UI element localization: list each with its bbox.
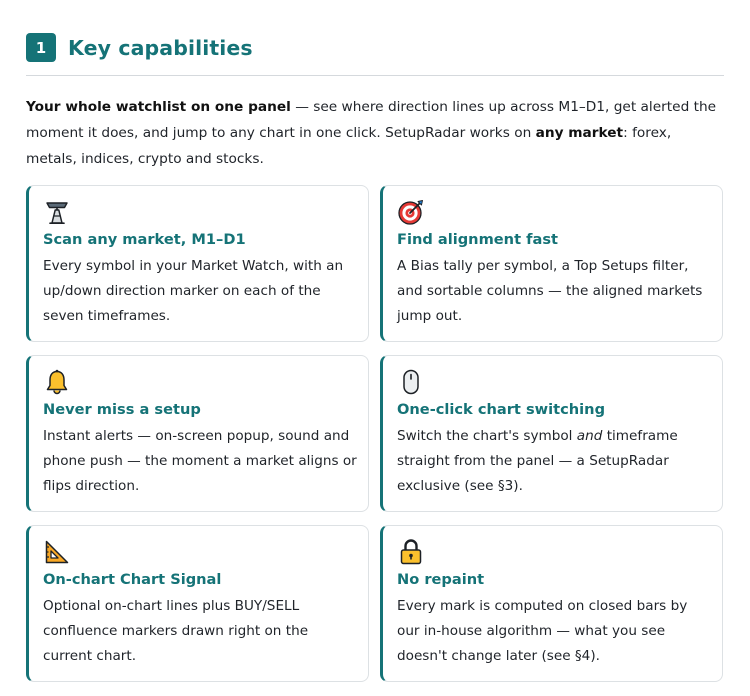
capability-card-chart-signal: On-chart Chart Signal Optional on-chart … bbox=[26, 525, 369, 682]
card-title: Never miss a setup bbox=[43, 401, 201, 418]
card-title: No repaint bbox=[397, 571, 485, 588]
card-description-emphasis: and bbox=[576, 428, 603, 444]
card-description: Every symbol in your Market Watch, with … bbox=[43, 258, 344, 324]
card-description: Every mark is computed on closed bars by… bbox=[397, 598, 688, 664]
mouse-icon bbox=[397, 368, 425, 396]
triangular-ruler-icon bbox=[43, 538, 71, 566]
capability-card-alignment: Find alignment fast A Bias tally per sym… bbox=[380, 185, 723, 342]
card-description-part-1: Switch the chart's symbol bbox=[397, 428, 577, 444]
section-number-badge: 1 bbox=[26, 33, 56, 62]
lock-icon bbox=[397, 538, 425, 566]
card-description: Switch the chart's symbol and timeframe … bbox=[397, 424, 712, 499]
intro-bold-mid: any market bbox=[535, 125, 624, 141]
section-title: Key capabilities bbox=[68, 35, 253, 60]
capability-card-scan: Scan any market, M1–D1 Every symbol in y… bbox=[26, 185, 369, 342]
capability-card-no-repaint: No repaint Every mark is computed on clo… bbox=[380, 525, 723, 682]
card-description: Optional on-chart lines plus BUY/SELL co… bbox=[43, 598, 309, 664]
satellite-antenna-icon bbox=[43, 198, 71, 226]
card-title: Find alignment fast bbox=[397, 231, 558, 248]
card-title: On-chart Chart Signal bbox=[43, 571, 222, 588]
card-description: Instant alerts — on-screen popup, sound … bbox=[43, 428, 357, 494]
card-title: Scan any market, M1–D1 bbox=[43, 231, 246, 248]
capability-card-alerts: Never miss a setup Instant alerts — on-s… bbox=[26, 355, 369, 512]
section-header: 1 Key capabilities bbox=[26, 33, 724, 76]
intro-bold-lead: Your whole watchlist on one panel bbox=[26, 99, 291, 115]
intro-paragraph: Your whole watchlist on one panel — see … bbox=[26, 94, 726, 172]
card-title: One-click chart switching bbox=[397, 401, 606, 418]
bell-icon bbox=[43, 368, 71, 396]
capability-card-chart-switching: One-click chart switching Switch the cha… bbox=[380, 355, 723, 512]
target-icon bbox=[397, 198, 425, 226]
card-description: A Bias tally per symbol, a Top Setups fi… bbox=[397, 258, 703, 324]
